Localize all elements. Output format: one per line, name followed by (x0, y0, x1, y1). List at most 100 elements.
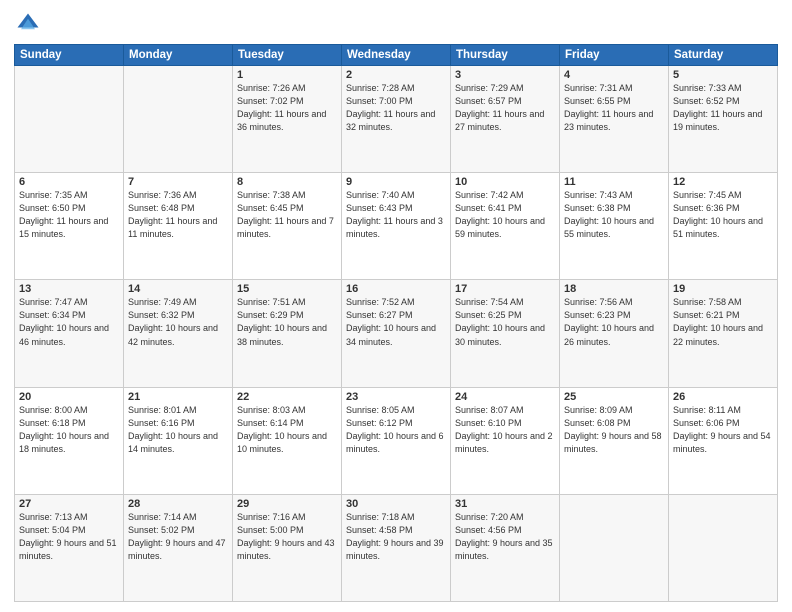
day-number: 13 (19, 283, 119, 295)
calendar-cell: 13Sunrise: 7:47 AMSunset: 6:34 PMDayligh… (15, 280, 124, 387)
day-info: Sunrise: 7:40 AMSunset: 6:43 PMDaylight:… (346, 189, 446, 241)
weekday-header: Wednesday (342, 45, 451, 66)
calendar-cell: 11Sunrise: 7:43 AMSunset: 6:38 PMDayligh… (560, 173, 669, 280)
day-info: Sunrise: 7:52 AMSunset: 6:27 PMDaylight:… (346, 296, 446, 348)
day-number: 19 (673, 283, 773, 295)
calendar-cell (669, 494, 778, 601)
day-number: 2 (346, 69, 446, 81)
day-number: 5 (673, 69, 773, 81)
day-info: Sunrise: 7:49 AMSunset: 6:32 PMDaylight:… (128, 296, 228, 348)
day-info: Sunrise: 8:07 AMSunset: 6:10 PMDaylight:… (455, 404, 555, 456)
day-number: 12 (673, 176, 773, 188)
day-info: Sunrise: 7:51 AMSunset: 6:29 PMDaylight:… (237, 296, 337, 348)
calendar: SundayMondayTuesdayWednesdayThursdayFrid… (14, 44, 778, 602)
day-info: Sunrise: 7:42 AMSunset: 6:41 PMDaylight:… (455, 189, 555, 241)
calendar-cell (560, 494, 669, 601)
calendar-cell: 29Sunrise: 7:16 AMSunset: 5:00 PMDayligh… (233, 494, 342, 601)
calendar-cell: 18Sunrise: 7:56 AMSunset: 6:23 PMDayligh… (560, 280, 669, 387)
day-info: Sunrise: 8:03 AMSunset: 6:14 PMDaylight:… (237, 404, 337, 456)
calendar-cell (124, 66, 233, 173)
calendar-cell: 16Sunrise: 7:52 AMSunset: 6:27 PMDayligh… (342, 280, 451, 387)
calendar-cell (15, 66, 124, 173)
day-number: 6 (19, 176, 119, 188)
weekday-header: Thursday (451, 45, 560, 66)
day-info: Sunrise: 8:09 AMSunset: 6:08 PMDaylight:… (564, 404, 664, 456)
page: SundayMondayTuesdayWednesdayThursdayFrid… (0, 0, 792, 612)
day-number: 22 (237, 391, 337, 403)
weekday-header: Monday (124, 45, 233, 66)
day-info: Sunrise: 8:11 AMSunset: 6:06 PMDaylight:… (673, 404, 773, 456)
calendar-cell: 9Sunrise: 7:40 AMSunset: 6:43 PMDaylight… (342, 173, 451, 280)
day-info: Sunrise: 8:05 AMSunset: 6:12 PMDaylight:… (346, 404, 446, 456)
calendar-cell: 4Sunrise: 7:31 AMSunset: 6:55 PMDaylight… (560, 66, 669, 173)
day-number: 21 (128, 391, 228, 403)
weekday-header: Friday (560, 45, 669, 66)
calendar-cell: 12Sunrise: 7:45 AMSunset: 6:36 PMDayligh… (669, 173, 778, 280)
day-number: 1 (237, 69, 337, 81)
calendar-cell: 25Sunrise: 8:09 AMSunset: 6:08 PMDayligh… (560, 387, 669, 494)
day-number: 8 (237, 176, 337, 188)
day-number: 29 (237, 498, 337, 510)
calendar-cell: 14Sunrise: 7:49 AMSunset: 6:32 PMDayligh… (124, 280, 233, 387)
day-info: Sunrise: 7:16 AMSunset: 5:00 PMDaylight:… (237, 511, 337, 563)
day-number: 18 (564, 283, 664, 295)
day-info: Sunrise: 7:29 AMSunset: 6:57 PMDaylight:… (455, 82, 555, 134)
day-info: Sunrise: 7:43 AMSunset: 6:38 PMDaylight:… (564, 189, 664, 241)
calendar-week-row: 1Sunrise: 7:26 AMSunset: 7:02 PMDaylight… (15, 66, 778, 173)
day-number: 20 (19, 391, 119, 403)
calendar-cell: 22Sunrise: 8:03 AMSunset: 6:14 PMDayligh… (233, 387, 342, 494)
day-info: Sunrise: 7:33 AMSunset: 6:52 PMDaylight:… (673, 82, 773, 134)
day-info: Sunrise: 7:45 AMSunset: 6:36 PMDaylight:… (673, 189, 773, 241)
calendar-cell: 5Sunrise: 7:33 AMSunset: 6:52 PMDaylight… (669, 66, 778, 173)
calendar-cell: 23Sunrise: 8:05 AMSunset: 6:12 PMDayligh… (342, 387, 451, 494)
day-info: Sunrise: 8:00 AMSunset: 6:18 PMDaylight:… (19, 404, 119, 456)
calendar-week-row: 6Sunrise: 7:35 AMSunset: 6:50 PMDaylight… (15, 173, 778, 280)
day-number: 24 (455, 391, 555, 403)
day-number: 17 (455, 283, 555, 295)
calendar-cell: 17Sunrise: 7:54 AMSunset: 6:25 PMDayligh… (451, 280, 560, 387)
calendar-cell: 20Sunrise: 8:00 AMSunset: 6:18 PMDayligh… (15, 387, 124, 494)
calendar-cell: 27Sunrise: 7:13 AMSunset: 5:04 PMDayligh… (15, 494, 124, 601)
calendar-week-row: 27Sunrise: 7:13 AMSunset: 5:04 PMDayligh… (15, 494, 778, 601)
day-info: Sunrise: 7:35 AMSunset: 6:50 PMDaylight:… (19, 189, 119, 241)
day-number: 25 (564, 391, 664, 403)
day-number: 4 (564, 69, 664, 81)
weekday-header: Tuesday (233, 45, 342, 66)
calendar-cell: 3Sunrise: 7:29 AMSunset: 6:57 PMDaylight… (451, 66, 560, 173)
day-number: 16 (346, 283, 446, 295)
day-number: 30 (346, 498, 446, 510)
day-number: 10 (455, 176, 555, 188)
day-info: Sunrise: 7:58 AMSunset: 6:21 PMDaylight:… (673, 296, 773, 348)
calendar-cell: 10Sunrise: 7:42 AMSunset: 6:41 PMDayligh… (451, 173, 560, 280)
day-number: 26 (673, 391, 773, 403)
calendar-cell: 28Sunrise: 7:14 AMSunset: 5:02 PMDayligh… (124, 494, 233, 601)
day-number: 3 (455, 69, 555, 81)
calendar-cell: 19Sunrise: 7:58 AMSunset: 6:21 PMDayligh… (669, 280, 778, 387)
day-number: 11 (564, 176, 664, 188)
day-number: 7 (128, 176, 228, 188)
day-info: Sunrise: 7:31 AMSunset: 6:55 PMDaylight:… (564, 82, 664, 134)
day-number: 14 (128, 283, 228, 295)
day-number: 28 (128, 498, 228, 510)
day-info: Sunrise: 7:38 AMSunset: 6:45 PMDaylight:… (237, 189, 337, 241)
day-info: Sunrise: 7:13 AMSunset: 5:04 PMDaylight:… (19, 511, 119, 563)
calendar-cell: 8Sunrise: 7:38 AMSunset: 6:45 PMDaylight… (233, 173, 342, 280)
weekday-header: Saturday (669, 45, 778, 66)
day-info: Sunrise: 7:54 AMSunset: 6:25 PMDaylight:… (455, 296, 555, 348)
day-info: Sunrise: 7:20 AMSunset: 4:56 PMDaylight:… (455, 511, 555, 563)
day-number: 9 (346, 176, 446, 188)
calendar-cell: 30Sunrise: 7:18 AMSunset: 4:58 PMDayligh… (342, 494, 451, 601)
day-number: 31 (455, 498, 555, 510)
header (14, 10, 778, 38)
calendar-cell: 2Sunrise: 7:28 AMSunset: 7:00 PMDaylight… (342, 66, 451, 173)
calendar-cell: 6Sunrise: 7:35 AMSunset: 6:50 PMDaylight… (15, 173, 124, 280)
day-info: Sunrise: 8:01 AMSunset: 6:16 PMDaylight:… (128, 404, 228, 456)
calendar-cell: 24Sunrise: 8:07 AMSunset: 6:10 PMDayligh… (451, 387, 560, 494)
day-number: 27 (19, 498, 119, 510)
day-info: Sunrise: 7:56 AMSunset: 6:23 PMDaylight:… (564, 296, 664, 348)
calendar-week-row: 13Sunrise: 7:47 AMSunset: 6:34 PMDayligh… (15, 280, 778, 387)
day-info: Sunrise: 7:18 AMSunset: 4:58 PMDaylight:… (346, 511, 446, 563)
calendar-cell: 31Sunrise: 7:20 AMSunset: 4:56 PMDayligh… (451, 494, 560, 601)
logo (14, 10, 46, 38)
day-info: Sunrise: 7:36 AMSunset: 6:48 PMDaylight:… (128, 189, 228, 241)
